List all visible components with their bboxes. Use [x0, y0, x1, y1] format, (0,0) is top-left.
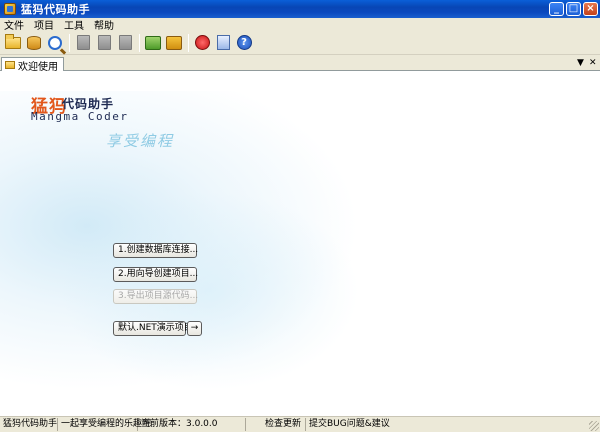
- logo-english: Mangma Coder: [31, 110, 129, 123]
- search-icon: [48, 35, 62, 50]
- background-flare: [60, 191, 360, 391]
- help-button[interactable]: ?: [234, 33, 254, 53]
- welcome-page: 猛犸 代码助手 Mangma Coder 享受编程 1.创建数据库连接... 2…: [0, 71, 600, 416]
- menu-file[interactable]: 文件: [4, 17, 24, 32]
- folder-open-icon: [5, 33, 21, 49]
- document-icon: [97, 35, 111, 50]
- menu-bar: 文件 项目 工具 帮助: [0, 17, 600, 32]
- slogan: 享受编程: [106, 132, 175, 150]
- db-connection-button[interactable]: [24, 33, 44, 53]
- resize-grip-icon[interactable]: [589, 421, 599, 431]
- open-project-button[interactable]: [3, 33, 23, 53]
- menu-help[interactable]: 帮助: [94, 17, 114, 32]
- toolbar-separator: [139, 33, 140, 52]
- disabled-tool-2-button[interactable]: [94, 33, 114, 53]
- stop-icon: [194, 35, 210, 50]
- stop-button[interactable]: [192, 33, 212, 53]
- documents-icon: [216, 35, 230, 50]
- help-icon: ?: [236, 35, 252, 50]
- browse-button[interactable]: [45, 33, 65, 53]
- export-button[interactable]: [164, 33, 184, 53]
- disabled-tool-3-button[interactable]: [115, 33, 135, 53]
- check-update-link[interactable]: 检查更新: [262, 418, 306, 431]
- toolbar-separator: [69, 33, 70, 52]
- tab-close-icon[interactable]: ✕: [589, 58, 597, 68]
- status-app-name: 猛犸代码助手: [0, 418, 58, 431]
- documents-button[interactable]: [213, 33, 233, 53]
- toolbar: ?: [0, 31, 600, 55]
- build-icon: [145, 35, 161, 50]
- build-button[interactable]: [143, 33, 163, 53]
- window-title: 猛犸代码助手: [21, 3, 90, 16]
- menu-project[interactable]: 项目: [34, 17, 54, 32]
- tab-strip: 欢迎使用 ▼ ✕: [0, 56, 600, 73]
- close-button[interactable]: ×: [583, 2, 598, 16]
- folder-icon: [5, 61, 15, 69]
- status-tagline: 一起享受编程的乐趣吧: [58, 418, 151, 431]
- status-bar: 猛犸代码助手 一起享受编程的乐趣吧 当前版本：3.0.0.0 检查更新 提交BU…: [0, 416, 600, 432]
- submit-feedback-link[interactable]: 提交BUG问题&建议: [306, 418, 396, 431]
- status-spacer: [246, 418, 262, 431]
- tab-welcome[interactable]: 欢迎使用: [1, 57, 64, 73]
- export-project-code-button[interactable]: 3.导出项目源代码...: [113, 289, 198, 304]
- maximize-button[interactable]: □: [566, 2, 581, 16]
- minimize-button[interactable]: _: [549, 2, 564, 16]
- toolbar-separator: [188, 33, 189, 52]
- document-icon: [76, 35, 90, 50]
- database-user-icon: [27, 35, 41, 50]
- document-icon: [118, 35, 132, 50]
- menu-tools[interactable]: 工具: [64, 17, 84, 32]
- disabled-tool-1-button[interactable]: [73, 33, 93, 53]
- status-version: 当前版本：3.0.0.0: [138, 418, 246, 431]
- title-bar: 猛犸代码助手 _ □ ×: [0, 0, 600, 18]
- app-icon: [3, 2, 17, 16]
- export-icon: [166, 35, 182, 50]
- run-demo-arrow-button[interactable]: →: [187, 321, 202, 336]
- tab-list-arrow-icon[interactable]: ▼: [577, 58, 584, 68]
- default-demo-project-button[interactable]: 默认.NET演示项目...: [113, 321, 201, 336]
- create-db-connection-button[interactable]: 1.创建数据库连接...: [113, 243, 198, 258]
- wizard-create-project-button[interactable]: 2.用向导创建项目...: [113, 267, 198, 282]
